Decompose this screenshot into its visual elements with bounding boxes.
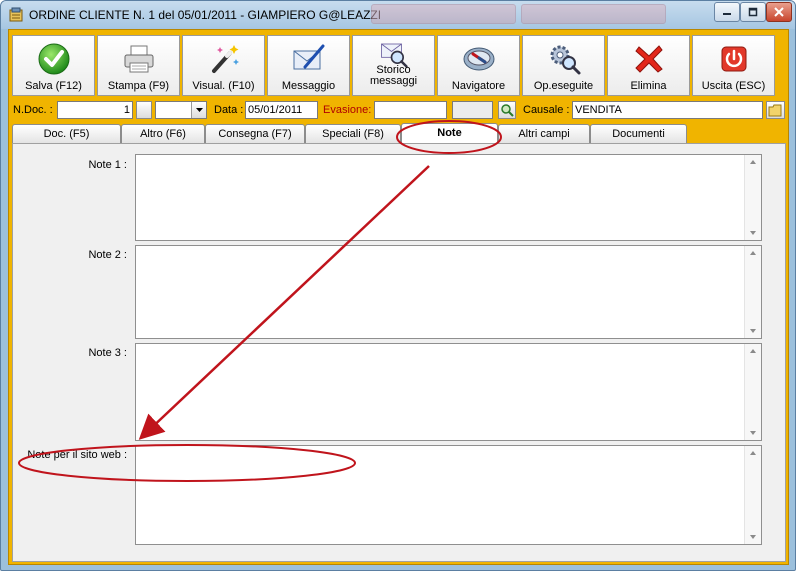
scroll-down-icon[interactable] [750, 231, 756, 235]
folder-icon [768, 104, 782, 117]
scroll-up-icon[interactable] [750, 160, 756, 164]
preview-button[interactable]: Visual. (F10) [182, 35, 265, 96]
red-x-icon [634, 45, 663, 73]
application-window: ORDINE CLIENTE N. 1 del 05/01/2011 - GIA… [0, 0, 796, 571]
printer-icon [124, 45, 153, 73]
message-button[interactable]: Messaggio [267, 35, 350, 96]
client-area: Salva (F12) Stampa (F9) Visual. (F10) Me… [8, 29, 789, 565]
power-icon [721, 46, 746, 72]
message-history-button-label: Storico messaggi [369, 64, 418, 87]
magic-wand-icon [211, 45, 239, 73]
notes-panel: Note 1 : Note 2 : Note 3 : Note per il s… [12, 143, 786, 562]
note3-label: Note 3 : [88, 347, 127, 359]
check-icon [38, 43, 69, 75]
note1-scrollbar[interactable] [744, 155, 761, 240]
operations-done-button[interactable]: Op.eseguite [522, 35, 605, 96]
tab-altri-campi[interactable]: Altri campi [498, 124, 590, 143]
scroll-down-icon[interactable] [750, 535, 756, 539]
tab-doc[interactable]: Doc. (F5) [12, 124, 121, 143]
app-icon [9, 7, 23, 22]
doc-number-input[interactable] [57, 101, 133, 119]
envelope-pen-icon [293, 44, 324, 70]
doc-series-button[interactable] [136, 101, 152, 119]
operations-done-button-label: Op.eseguite [533, 80, 594, 92]
save-button-label: Salva (F12) [25, 80, 82, 92]
website-note-scrollbar[interactable] [744, 446, 761, 544]
navigator-button-label: Navigatore [451, 80, 506, 92]
background-taskbar-items [371, 4, 676, 24]
tab-note[interactable]: Note [401, 123, 498, 144]
preview-button-label: Visual. (F10) [192, 80, 255, 92]
scroll-up-icon[interactable] [750, 251, 756, 255]
note2-label: Note 2 : [88, 249, 127, 261]
print-button[interactable]: Stampa (F9) [97, 35, 180, 96]
causal-input[interactable] [572, 101, 763, 119]
scroll-down-icon[interactable] [750, 329, 756, 333]
background-item [371, 4, 516, 24]
chevron-down-icon [195, 108, 203, 112]
gears-search-icon [550, 45, 580, 75]
close-button[interactable] [766, 2, 792, 22]
note2-scrollbar[interactable] [744, 246, 761, 338]
window-title: ORDINE CLIENTE N. 1 del 05/01/2011 - GIA… [29, 8, 382, 22]
delete-button[interactable]: Elimina [607, 35, 690, 96]
save-button[interactable]: Salva (F12) [12, 35, 95, 96]
tab-strip: Doc. (F5) Altro (F6) Consegna (F7) Speci… [12, 123, 786, 144]
note3-scrollbar[interactable] [744, 344, 761, 440]
dropdown-button[interactable] [191, 102, 206, 118]
fulfillment-date-input[interactable] [374, 101, 447, 119]
exit-button-label: Uscita (ESC) [701, 80, 766, 92]
date-label: Data : [214, 104, 244, 116]
tab-altro[interactable]: Altro (F6) [121, 124, 205, 143]
toolbar: Salva (F12) Stampa (F9) Visual. (F10) Me… [12, 35, 786, 97]
document-header-fields: N.Doc. : Data : Evasione: Causale : [12, 101, 786, 123]
message-history-button[interactable]: Storico messaggi [352, 35, 435, 96]
exit-button[interactable]: Uscita (ESC) [692, 35, 775, 96]
close-icon [774, 7, 784, 17]
tab-consegna[interactable]: Consegna (F7) [205, 124, 305, 143]
message-button-label: Messaggio [281, 80, 336, 92]
note1-field[interactable] [135, 154, 762, 241]
tab-documenti[interactable]: Documenti [590, 124, 687, 143]
navigator-button[interactable]: Navigatore [437, 35, 520, 96]
scroll-up-icon[interactable] [750, 349, 756, 353]
delete-button-label: Elimina [630, 80, 667, 92]
tab-speciali[interactable]: Speciali (F8) [305, 124, 401, 143]
background-item [521, 4, 666, 24]
doc-number-label: N.Doc. : [13, 104, 53, 116]
search-button[interactable] [498, 101, 516, 119]
scroll-up-icon[interactable] [750, 451, 756, 455]
fulfillment-extra-field [452, 101, 493, 119]
maximize-icon [748, 7, 758, 17]
note2-textarea[interactable] [136, 246, 745, 338]
maximize-button[interactable] [740, 2, 766, 22]
website-note-textarea[interactable] [136, 446, 745, 544]
magnifier-icon [501, 104, 514, 117]
causal-label: Causale : [523, 104, 570, 116]
causal-lookup-button[interactable] [766, 101, 785, 119]
print-button-label: Stampa (F9) [107, 80, 170, 92]
note3-textarea[interactable] [136, 344, 745, 440]
note3-field[interactable] [135, 343, 762, 441]
doc-type-select[interactable] [155, 101, 207, 119]
website-note-field[interactable] [135, 445, 762, 545]
minimize-icon [723, 13, 731, 15]
website-note-label: Note per il sito web : [27, 449, 127, 461]
title-bar[interactable]: ORDINE CLIENTE N. 1 del 05/01/2011 - GIA… [1, 1, 795, 29]
note1-label: Note 1 : [88, 159, 127, 171]
note1-textarea[interactable] [136, 155, 745, 240]
minimize-button[interactable] [714, 2, 740, 22]
scroll-down-icon[interactable] [750, 431, 756, 435]
note2-field[interactable] [135, 245, 762, 339]
fulfillment-label: Evasione: [323, 104, 372, 116]
compass-icon [463, 47, 494, 71]
date-input[interactable] [245, 101, 318, 119]
